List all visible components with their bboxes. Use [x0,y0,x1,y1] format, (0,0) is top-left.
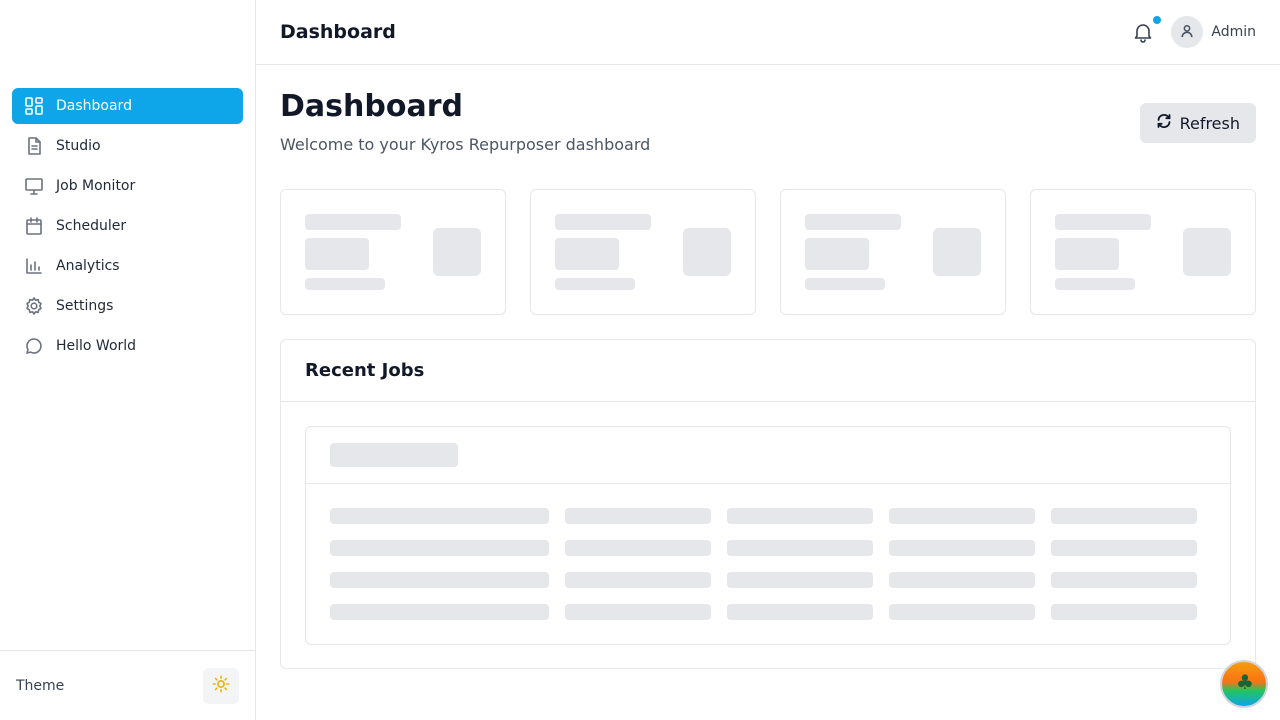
recent-jobs-card: Recent Jobs [280,339,1256,669]
sidebar-item-label: Studio [56,138,101,154]
skeleton-cell [889,508,1035,524]
skeleton-value [305,238,369,270]
sidebar-item-label: Analytics [56,258,120,274]
skeleton-value [555,238,619,270]
assistant-fab-button[interactable]: ♣ [1220,660,1268,708]
topbar-actions: Admin [1131,14,1256,48]
sidebar-item-studio[interactable]: Studio [12,128,243,164]
skeleton-label [305,214,401,230]
chat-bubble-icon [24,336,44,356]
monitor-icon [24,176,44,196]
recent-jobs-table-skeleton [305,426,1231,645]
sidebar-footer: Theme [0,650,255,720]
sidebar-item-label: Dashboard [56,98,132,114]
skeleton-icon [433,228,481,276]
skeleton-cell [1051,508,1197,524]
page-title: Dashboard [280,89,463,124]
notification-badge [1151,14,1164,26]
skeleton-caption [305,278,385,290]
skeleton-label [805,214,901,230]
bell-icon [1131,24,1155,48]
skeleton-cell [889,572,1035,588]
sidebar-item-label: Settings [56,298,114,314]
skeleton-cell [330,604,549,620]
sidebar-item-settings[interactable]: Settings [12,288,243,324]
skeleton-cell [330,540,549,556]
skeleton-icon [933,228,981,276]
skeleton-caption [1055,278,1135,290]
skeleton-cell [565,572,711,588]
skeleton-cell [1051,604,1197,620]
sidebar-item-job-monitor[interactable]: Job Monitor [12,168,243,204]
refresh-icon [1156,113,1180,133]
skeleton-cell [889,604,1035,620]
skeleton-cell [1051,572,1197,588]
skeleton-label [1055,214,1151,230]
skeleton-caption [805,278,885,290]
skeleton-icon [683,228,731,276]
sidebar-item-hello-world[interactable]: Hello World [12,328,243,364]
stat-card-skeleton [530,189,756,315]
avatar [1171,16,1204,48]
stat-card-skeleton [280,189,506,315]
calendar-icon [24,216,44,236]
topbar: Dashboard Admin [256,0,1280,65]
sidebar-item-label: Hello World [56,338,137,354]
skeleton-cell [727,540,873,556]
sidebar-item-label: Scheduler [56,218,127,234]
refresh-label: Refresh [1179,113,1240,133]
skeleton-value [805,238,869,270]
skeleton-caption [555,278,635,290]
theme-toggle-button[interactable] [203,667,239,704]
sun-icon [212,675,230,697]
skeleton-cell [565,508,711,524]
sidebar: Dashboard Studio Job Monitor Scheduler A… [0,0,256,720]
bar-chart-icon [24,256,44,276]
skeleton-cell [727,508,873,524]
user-name: Admin [1211,24,1256,40]
skeleton-cell [330,572,549,588]
stat-card-skeleton [1030,189,1256,315]
skeleton-cell [1051,540,1197,556]
sidebar-item-analytics[interactable]: Analytics [12,248,243,284]
skeleton-cell [565,540,711,556]
skeleton-cell [889,540,1035,556]
refresh-button[interactable]: Refresh [1139,103,1256,143]
user-menu[interactable]: Admin [1171,16,1256,48]
sidebar-item-label: Job Monitor [56,178,136,194]
skeleton-icon [1183,228,1231,276]
skeleton-cell [565,604,711,620]
skeleton-cell [727,604,873,620]
user-icon [1180,23,1194,42]
table-header-skeleton [306,427,1230,484]
notifications-button[interactable] [1131,14,1164,44]
palm-tree-icon: ♣ [1236,670,1254,694]
stat-card-skeleton [780,189,1006,315]
dashboard-icon [24,96,44,116]
theme-label: Theme [16,677,65,694]
sidebar-item-scheduler[interactable]: Scheduler [12,208,243,244]
stats-row [280,189,1256,315]
sidebar-item-dashboard[interactable]: Dashboard [12,88,243,124]
page-subtitle: Welcome to your Kyros Repurposer dashboa… [280,135,651,154]
skeleton-cell [727,572,873,588]
skeleton-value [1055,238,1119,270]
sidebar-nav: Dashboard Studio Job Monitor Scheduler A… [12,88,243,368]
skeleton-label [555,214,651,230]
recent-jobs-title: Recent Jobs [305,360,425,381]
document-icon [24,136,44,156]
recent-jobs-header: Recent Jobs [281,340,1255,402]
gear-icon [24,296,44,316]
skeleton-table-title [330,443,458,467]
skeleton-cell [330,508,549,524]
header-title: Dashboard [280,21,396,43]
